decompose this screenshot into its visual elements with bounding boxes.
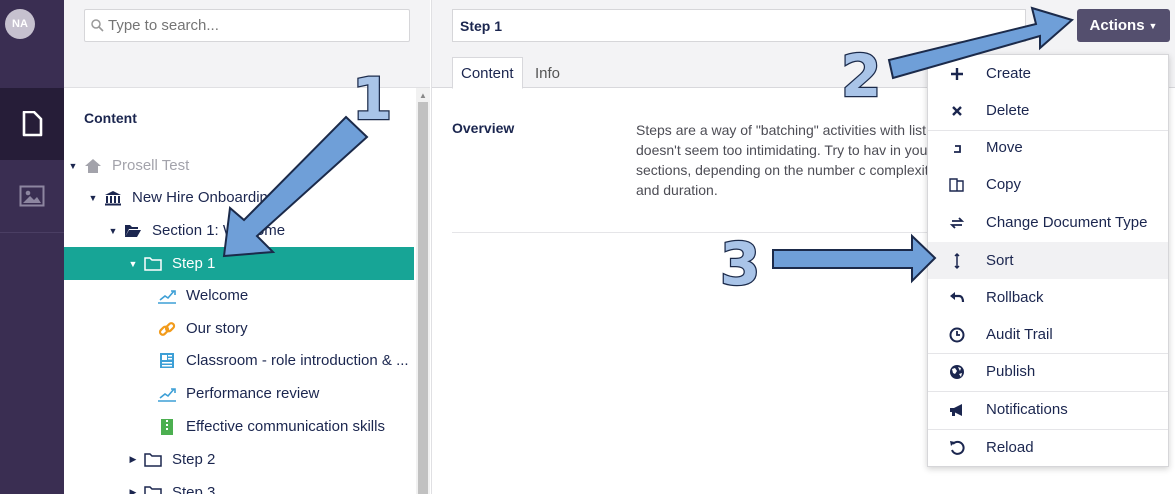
- menu-item-label: Publish: [986, 363, 1036, 380]
- node-name-input[interactable]: [452, 9, 1026, 42]
- divider: [452, 232, 932, 233]
- tree-item-label: Performance review: [186, 385, 320, 402]
- tree-item-label: New Hire Onboarding: [132, 189, 277, 206]
- link-icon: [156, 320, 178, 338]
- tree-item-label: Prosell Test: [112, 157, 190, 174]
- menu-item-label: Sort: [986, 252, 1014, 269]
- menu-item-label: Delete: [986, 102, 1030, 119]
- tree-item-classroom[interactable]: Classroom - role introduction & ...: [64, 344, 414, 377]
- tree-heading: Content: [84, 110, 137, 126]
- undo-icon: [948, 289, 966, 307]
- tree-item-onboarding[interactable]: ▼ New Hire Onboarding: [64, 181, 414, 214]
- menu-item-sort[interactable]: Sort: [928, 242, 1168, 279]
- menu-item-notifications[interactable]: Notifications: [928, 391, 1168, 428]
- menu-item-move[interactable]: Move: [928, 129, 1168, 166]
- tree-item-root[interactable]: ▼ Prosell Test: [64, 149, 414, 182]
- app-window: NA Content: [0, 0, 1175, 494]
- reload-icon: [948, 439, 966, 457]
- close-icon: [948, 102, 966, 120]
- home-icon: [82, 157, 104, 175]
- caret-down-icon[interactable]: ▼: [108, 226, 118, 236]
- menu-item-label: Audit Trail: [986, 326, 1053, 343]
- tree-item-label: Step 3: [172, 484, 216, 494]
- tab-info[interactable]: Info: [527, 57, 568, 89]
- content-tree-panel: Content ▼ Prosell Test ▼ New Hire Onboar…: [64, 0, 430, 494]
- menu-item-audit-trail[interactable]: Audit Trail: [928, 316, 1168, 353]
- menu-item-label: Notifications: [986, 401, 1068, 418]
- menu-item-rollback[interactable]: Rollback: [928, 279, 1168, 316]
- actions-dropdown-menu: Create Delete Move Copy Change Document …: [927, 54, 1169, 467]
- tree-item-our-story[interactable]: Our story: [64, 312, 414, 345]
- tree-item-label: Classroom - role introduction & ...: [186, 352, 409, 369]
- section-rail: NA: [0, 0, 64, 494]
- copy-icon: [948, 176, 966, 194]
- menu-item-change-document-type[interactable]: Change Document Type: [928, 204, 1168, 241]
- menu-item-create[interactable]: Create: [928, 55, 1168, 92]
- menu-item-label: Reload: [986, 439, 1034, 456]
- folder-open-icon: [122, 222, 144, 240]
- caret-down-icon[interactable]: ▼: [128, 259, 138, 269]
- actions-button[interactable]: Actions ▼: [1077, 9, 1170, 42]
- exchange-icon: [948, 214, 966, 232]
- menu-item-label: Change Document Type: [986, 214, 1148, 231]
- avatar[interactable]: NA: [5, 9, 35, 39]
- tree-item-welcome[interactable]: Welcome: [64, 279, 414, 312]
- chart-edit-icon: [156, 385, 178, 403]
- rail-content-section[interactable]: [0, 88, 64, 160]
- menu-item-copy[interactable]: Copy: [928, 166, 1168, 203]
- zip-file-icon: [156, 418, 178, 436]
- caret-down-icon[interactable]: ▼: [68, 161, 78, 171]
- tree-item-performance-review[interactable]: Performance review: [64, 377, 414, 410]
- menu-item-label: Move: [986, 139, 1023, 156]
- actions-label: Actions: [1089, 17, 1145, 34]
- tree-item-label: Effective communication skills: [186, 418, 385, 435]
- rail-media-section[interactable]: [0, 160, 64, 232]
- megaphone-icon: [948, 401, 966, 419]
- caret-down-icon: ▼: [1148, 20, 1158, 31]
- menu-item-publish[interactable]: Publish: [928, 353, 1168, 390]
- plus-icon: [948, 65, 966, 83]
- tree-item-section-1[interactable]: ▼ Section 1: Welcome: [64, 214, 414, 247]
- scrollbar-thumb[interactable]: [418, 102, 428, 494]
- caret-right-icon[interactable]: ▶: [128, 487, 138, 494]
- tree-scrollbar[interactable]: ▲: [416, 88, 430, 494]
- institution-icon: [102, 189, 124, 207]
- tree-item-label: Step 1: [172, 255, 216, 272]
- caret-right-icon[interactable]: ▶: [128, 454, 138, 465]
- tree-item-label: Step 2: [172, 451, 216, 468]
- tree-item-communication[interactable]: Effective communication skills: [64, 410, 414, 443]
- tree-item-label: Section 1: Welcome: [152, 222, 286, 239]
- overview-description: Steps are a way of "batching" activities…: [636, 122, 936, 198]
- overview-label: Overview: [452, 120, 515, 136]
- tree-item-step-3[interactable]: ▶ Step 3: [64, 476, 414, 494]
- newspaper-icon: [156, 352, 178, 370]
- folder-icon: [142, 451, 164, 469]
- search-input[interactable]: [108, 17, 398, 34]
- tab-content[interactable]: Content: [452, 57, 523, 89]
- sort-icon: [948, 252, 966, 270]
- search-box[interactable]: [84, 9, 410, 42]
- tree-header: [64, 0, 430, 88]
- caret-down-icon[interactable]: ▼: [88, 193, 98, 203]
- menu-item-label: Rollback: [986, 289, 1044, 306]
- tree-item-step-2[interactable]: ▶ Step 2: [64, 443, 414, 476]
- globe-icon: [948, 363, 966, 381]
- clock-icon: [948, 326, 966, 344]
- search-icon: [91, 19, 104, 32]
- tree-item-label: Welcome: [186, 287, 249, 304]
- menu-item-label: Create: [986, 65, 1032, 82]
- menu-item-delete[interactable]: Delete: [928, 92, 1168, 129]
- folder-icon: [142, 484, 164, 494]
- folder-icon: [142, 255, 164, 273]
- document-icon: [22, 111, 43, 137]
- move-icon: [948, 139, 966, 157]
- image-icon: [19, 185, 45, 207]
- menu-item-reload[interactable]: Reload: [928, 429, 1168, 466]
- chart-edit-icon: [156, 287, 178, 305]
- menu-item-label: Copy: [986, 176, 1022, 193]
- scroll-up-icon[interactable]: ▲: [419, 91, 427, 100]
- tree-item-label: Our story: [186, 320, 248, 337]
- tree-item-step-1[interactable]: ▼ Step 1: [64, 247, 414, 280]
